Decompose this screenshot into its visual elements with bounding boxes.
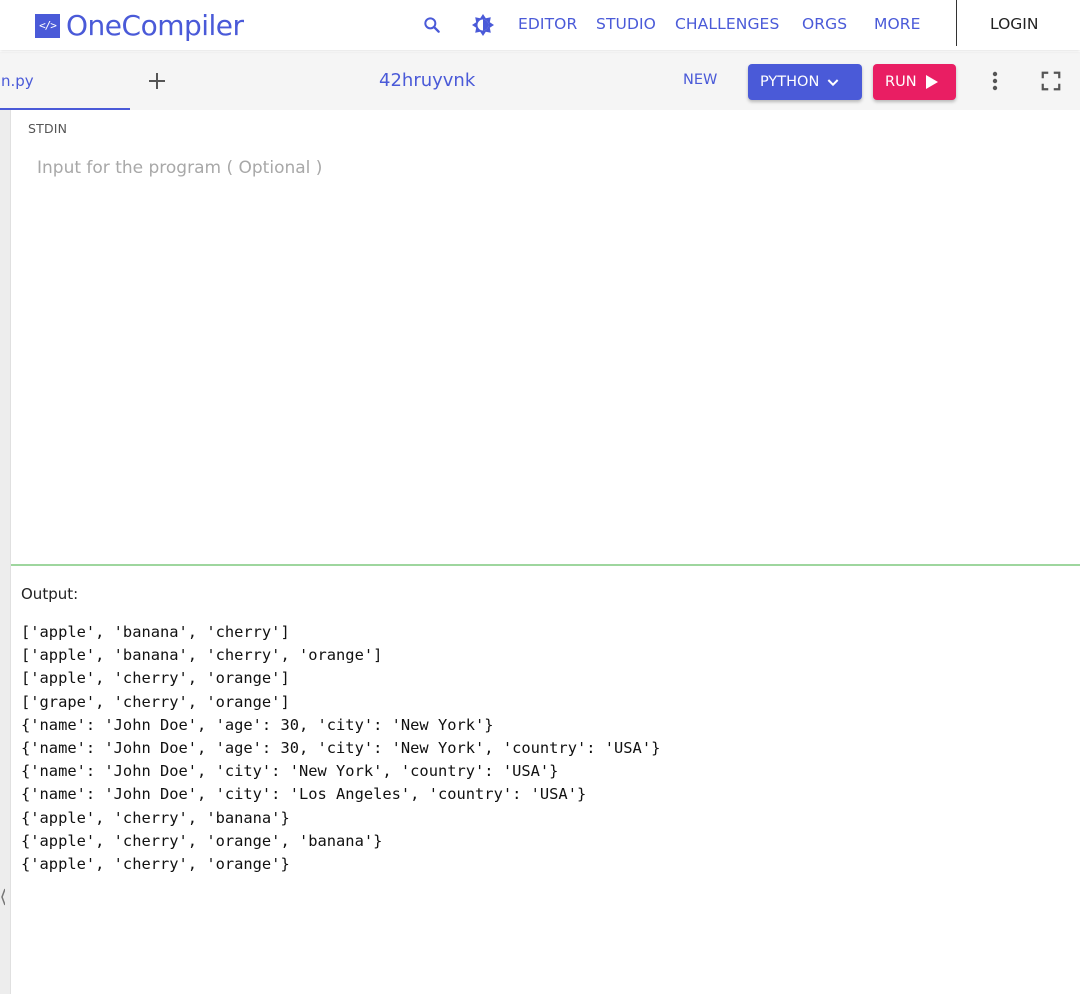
nav-challenges-link[interactable]: CHALLENGES — [675, 15, 779, 33]
chevron-down-icon — [825, 74, 841, 90]
nav-divider — [956, 0, 957, 46]
login-link[interactable]: LOGIN — [990, 15, 1038, 33]
onecompiler-logo[interactable]: </> OneCompiler — [35, 9, 244, 42]
logo-mark-icon: </> — [35, 13, 60, 38]
stdin-pane: STDIN — [11, 110, 1080, 564]
add-tab-icon[interactable] — [145, 69, 169, 93]
nav-more-link[interactable]: MORE — [874, 15, 921, 33]
output-line: {'apple', 'cherry', 'orange', 'banana'} — [21, 831, 383, 850]
output-label: Output: — [21, 585, 79, 603]
stdin-label: STDIN — [28, 121, 68, 136]
top-navbar: </> OneCompiler EDITOR STUDIO CHALLENGES… — [0, 0, 1080, 50]
output-line: {'name': 'John Doe', 'age': 30, 'city': … — [21, 739, 661, 758]
nav-orgs-link[interactable]: ORGS — [802, 15, 847, 33]
language-select-button[interactable]: PYTHON — [748, 64, 862, 100]
language-label: PYTHON — [760, 74, 820, 90]
output-line: {'name': 'John Doe', 'age': 30, 'city': … — [21, 715, 494, 734]
run-button[interactable]: RUN — [873, 64, 956, 100]
output-line: ['grape', 'cherry', 'orange'] — [21, 692, 290, 711]
output-line: {'apple', 'cherry', 'banana'} — [21, 808, 290, 827]
file-tab[interactable]: n.py — [0, 52, 130, 110]
brand-name: OneCompiler — [66, 9, 244, 42]
stdin-input[interactable] — [26, 152, 1066, 552]
nav-studio-link[interactable]: STUDIO — [596, 15, 656, 33]
output-text: ['apple', 'banana', 'cherry'] ['apple', '… — [21, 621, 660, 876]
fullscreen-icon[interactable] — [1039, 69, 1063, 93]
output-line: {'name': 'John Doe', 'city': 'New York',… — [21, 762, 559, 781]
file-tab-label: n.py — [1, 72, 34, 90]
collapse-handle-icon[interactable] — [1, 888, 6, 906]
output-line: ['apple', 'banana', 'cherry'] — [21, 623, 290, 641]
search-icon[interactable] — [419, 12, 445, 38]
left-gutter — [0, 110, 11, 994]
more-vert-icon[interactable] — [983, 69, 1007, 93]
editor-toolbar: n.py 42hruyvnk NEW PYTHON RUN — [0, 52, 1080, 110]
output-pane: Output: ['apple', 'banana', 'cherry'] ['a… — [11, 566, 1080, 994]
play-icon — [925, 74, 939, 90]
output-line: {'apple', 'cherry', 'orange'} — [21, 855, 290, 874]
new-button[interactable]: NEW — [683, 72, 717, 88]
output-line: {'name': 'John Doe', 'city': 'Los Angele… — [21, 785, 587, 804]
output-line: ['apple', 'cherry', 'orange'] — [21, 669, 290, 688]
theme-toggle-icon[interactable] — [470, 12, 496, 38]
run-label: RUN — [885, 74, 917, 90]
project-name[interactable]: 42hruyvnk — [379, 70, 475, 91]
nav-editor-link[interactable]: EDITOR — [518, 15, 577, 33]
output-line: ['apple', 'banana', 'cherry', 'orange'] — [21, 646, 383, 665]
